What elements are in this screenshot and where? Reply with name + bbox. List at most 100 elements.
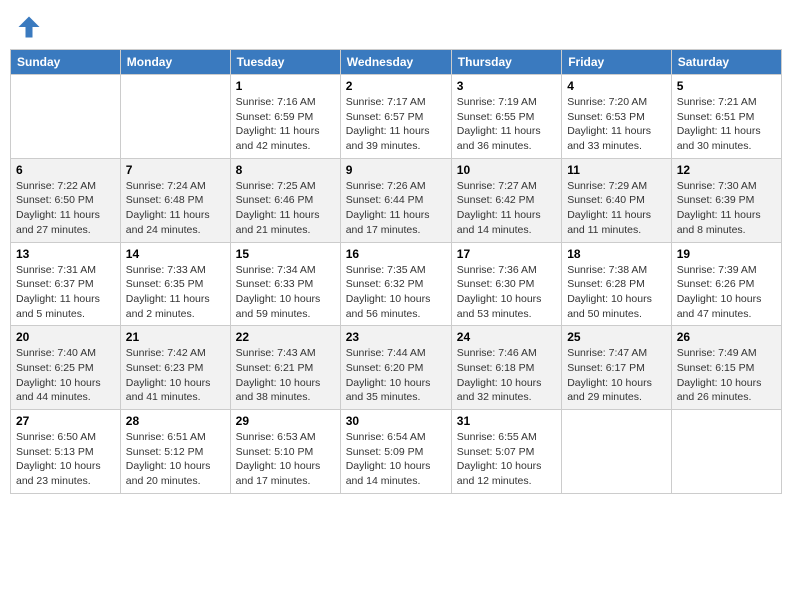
day-number: 15 [236,247,335,261]
col-header-monday: Monday [120,50,230,75]
day-number: 14 [126,247,225,261]
calendar-cell: 13 Sunrise: 7:31 AMSunset: 6:37 PMDayligh… [11,242,121,326]
day-number: 30 [346,414,446,428]
day-number: 7 [126,163,225,177]
calendar-cell: 17 Sunrise: 7:36 AMSunset: 6:30 PMDayligh… [451,242,561,326]
day-number: 19 [677,247,776,261]
calendar-cell: 29 Sunrise: 6:53 AMSunset: 5:10 PMDayligh… [230,410,340,494]
logo [15,15,45,41]
day-info: Sunrise: 7:44 AMSunset: 6:20 PMDaylight:… [346,346,446,405]
calendar-cell: 24Sunrise: 7:46 AMSunset: 6:18 PMDayligh… [451,326,561,410]
day-info: Sunrise: 7:47 AMSunset: 6:17 PMDaylight:… [567,346,666,405]
day-info: Sunrise: 7:21 AMSunset: 6:51 PMDaylight:… [677,95,776,154]
day-number: 16 [346,247,446,261]
day-info: Sunrise: 7:39 AMSunset: 6:26 PMDaylight:… [677,263,776,322]
day-number: 2 [346,79,446,93]
day-info: Sunrise: 7:29 AMSunset: 6:40 PMDaylight:… [567,179,666,238]
col-header-tuesday: Tuesday [230,50,340,75]
calendar-cell: 5 Sunrise: 7:21 AMSunset: 6:51 PMDaylight… [671,75,781,159]
day-number: 17 [457,247,556,261]
day-info: Sunrise: 6:51 AMSunset: 5:12 PMDaylight:… [126,430,225,489]
day-number: 6 [16,163,115,177]
calendar-cell: 20 Sunrise: 7:40 AMSunset: 6:25 PMDayligh… [11,326,121,410]
day-info: Sunrise: 7:20 AMSunset: 6:53 PMDaylight:… [567,95,666,154]
calendar-cell [562,410,672,494]
calendar-cell: 21Sunrise: 7:42 AMSunset: 6:23 PMDayligh… [120,326,230,410]
day-number: 5 [677,79,776,93]
logo-icon [15,13,43,41]
calendar-cell [11,75,121,159]
day-info: Sunrise: 7:24 AMSunset: 6:48 PMDaylight:… [126,179,225,238]
day-info: Sunrise: 7:30 AMSunset: 6:39 PMDaylight:… [677,179,776,238]
calendar-week-row: 27 Sunrise: 6:50 AMSunset: 5:13 PMDayligh… [11,410,782,494]
day-info: Sunrise: 7:35 AMSunset: 6:32 PMDaylight:… [346,263,446,322]
day-info: Sunrise: 7:40 AMSunset: 6:25 PMDaylight:… [16,346,115,405]
day-number: 31 [457,414,556,428]
col-header-thursday: Thursday [451,50,561,75]
day-number: 8 [236,163,335,177]
day-number: 22 [236,330,335,344]
calendar-header-row: SundayMondayTuesdayWednesdayThursdayFrid… [11,50,782,75]
calendar-cell: 22 Sunrise: 7:43 AMSunset: 6:21 PMDayligh… [230,326,340,410]
col-header-sunday: Sunday [11,50,121,75]
calendar-week-row: 1Sunrise: 7:16 AMSunset: 6:59 PMDaylight… [11,75,782,159]
calendar-cell: 2Sunrise: 7:17 AMSunset: 6:57 PMDaylight… [340,75,451,159]
day-number: 3 [457,79,556,93]
page-header [10,10,782,41]
day-info: Sunrise: 7:31 AMSunset: 6:37 PMDaylight:… [16,263,115,322]
day-number: 1 [236,79,335,93]
day-number: 21 [126,330,225,344]
day-info: Sunrise: 7:49 AMSunset: 6:15 PMDaylight:… [677,346,776,405]
calendar-cell: 25 Sunrise: 7:47 AMSunset: 6:17 PMDayligh… [562,326,672,410]
day-number: 9 [346,163,446,177]
col-header-wednesday: Wednesday [340,50,451,75]
calendar-cell: 30Sunrise: 6:54 AMSunset: 5:09 PMDayligh… [340,410,451,494]
calendar-cell: 26Sunrise: 7:49 AMSunset: 6:15 PMDayligh… [671,326,781,410]
day-info: Sunrise: 7:34 AMSunset: 6:33 PMDaylight:… [236,263,335,322]
calendar-table: SundayMondayTuesdayWednesdayThursdayFrid… [10,49,782,494]
calendar-cell: 31 Sunrise: 6:55 AMSunset: 5:07 PMDayligh… [451,410,561,494]
day-info: Sunrise: 7:46 AMSunset: 6:18 PMDaylight:… [457,346,556,405]
day-number: 25 [567,330,666,344]
calendar-cell: 6 Sunrise: 7:22 AMSunset: 6:50 PMDaylight… [11,158,121,242]
day-info: Sunrise: 6:55 AMSunset: 5:07 PMDaylight:… [457,430,556,489]
calendar-week-row: 20 Sunrise: 7:40 AMSunset: 6:25 PMDayligh… [11,326,782,410]
day-number: 27 [16,414,115,428]
calendar-cell: 7 Sunrise: 7:24 AMSunset: 6:48 PMDaylight… [120,158,230,242]
calendar-cell: 28 Sunrise: 6:51 AMSunset: 5:12 PMDayligh… [120,410,230,494]
calendar-cell: 12 Sunrise: 7:30 AMSunset: 6:39 PMDayligh… [671,158,781,242]
col-header-friday: Friday [562,50,672,75]
col-header-saturday: Saturday [671,50,781,75]
calendar-cell: 8 Sunrise: 7:25 AMSunset: 6:46 PMDaylight… [230,158,340,242]
day-number: 20 [16,330,115,344]
calendar-week-row: 13 Sunrise: 7:31 AMSunset: 6:37 PMDayligh… [11,242,782,326]
day-number: 12 [677,163,776,177]
day-number: 11 [567,163,666,177]
day-number: 29 [236,414,335,428]
calendar-cell: 9 Sunrise: 7:26 AMSunset: 6:44 PMDaylight… [340,158,451,242]
calendar-cell: 18Sunrise: 7:38 AMSunset: 6:28 PMDayligh… [562,242,672,326]
day-info: Sunrise: 7:22 AMSunset: 6:50 PMDaylight:… [16,179,115,238]
day-info: Sunrise: 6:53 AMSunset: 5:10 PMDaylight:… [236,430,335,489]
day-info: Sunrise: 7:19 AMSunset: 6:55 PMDaylight:… [457,95,556,154]
day-number: 28 [126,414,225,428]
day-info: Sunrise: 7:36 AMSunset: 6:30 PMDaylight:… [457,263,556,322]
calendar-cell: 27 Sunrise: 6:50 AMSunset: 5:13 PMDayligh… [11,410,121,494]
day-info: Sunrise: 7:26 AMSunset: 6:44 PMDaylight:… [346,179,446,238]
calendar-cell: 19 Sunrise: 7:39 AMSunset: 6:26 PMDayligh… [671,242,781,326]
day-number: 18 [567,247,666,261]
calendar-cell: 15 Sunrise: 7:34 AMSunset: 6:33 PMDayligh… [230,242,340,326]
calendar-cell: 14 Sunrise: 7:33 AMSunset: 6:35 PMDayligh… [120,242,230,326]
day-number: 4 [567,79,666,93]
day-info: Sunrise: 7:43 AMSunset: 6:21 PMDaylight:… [236,346,335,405]
day-info: Sunrise: 6:50 AMSunset: 5:13 PMDaylight:… [16,430,115,489]
calendar-cell [671,410,781,494]
day-info: Sunrise: 7:25 AMSunset: 6:46 PMDaylight:… [236,179,335,238]
day-number: 10 [457,163,556,177]
day-info: Sunrise: 7:33 AMSunset: 6:35 PMDaylight:… [126,263,225,322]
day-number: 23 [346,330,446,344]
day-number: 13 [16,247,115,261]
calendar-cell: 11 Sunrise: 7:29 AMSunset: 6:40 PMDayligh… [562,158,672,242]
calendar-cell: 23 Sunrise: 7:44 AMSunset: 6:20 PMDayligh… [340,326,451,410]
calendar-cell: 3 Sunrise: 7:19 AMSunset: 6:55 PMDaylight… [451,75,561,159]
